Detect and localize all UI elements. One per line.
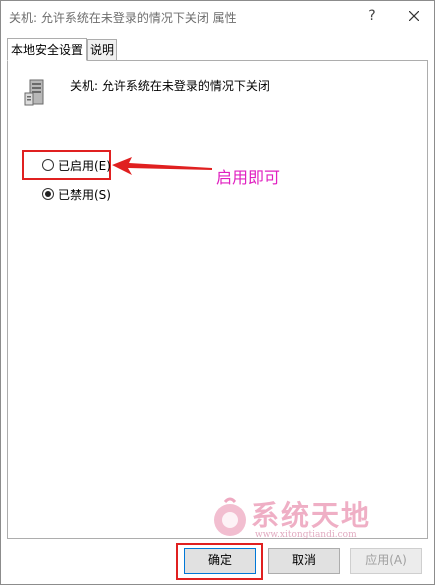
window-title: 关机: 允许系统在未登录的情况下关闭 属性 [9,11,237,25]
annotation-text: 启用即可 [216,168,281,187]
apply-button[interactable]: 应用(A) [350,548,422,574]
close-icon [409,11,419,21]
tab-panel: 关机: 允许系统在未登录的情况下关闭 已启用(E) 已禁用(S) 启用即可 [7,60,428,539]
close-button[interactable] [397,4,431,28]
help-button[interactable]: ? [357,4,387,28]
title-bar[interactable]: 关机: 允许系统在未登录的情况下关闭 属性 ? [1,1,434,31]
ok-button[interactable]: 确定 [184,548,256,574]
properties-dialog: 关机: 允许系统在未登录的情况下关闭 属性 ? 本地安全设置 说明 关机: 允许… [0,0,435,585]
tab-explain[interactable]: 说明 [87,39,117,61]
tab-local-security-setting[interactable]: 本地安全设置 [7,38,87,61]
arrow-left-icon [112,157,212,175]
disabled-radio-label: 已禁用(S) [58,187,111,202]
cancel-button[interactable]: 取消 [268,548,340,574]
enabled-radio-label: 已启用(E) [58,158,111,173]
watermark-url: www.xitongtiandi.com [255,530,357,540]
watermark: 系统天地 www.xitongtiandi.com [211,496,421,544]
watermark-title: 系统天地 [251,499,372,532]
server-icon [24,79,44,106]
watermark-logo-icon [214,497,246,536]
enabled-radio[interactable] [42,159,54,171]
disabled-radio-option[interactable]: 已禁用(S) [42,186,111,202]
disabled-radio[interactable] [42,188,54,200]
policy-title: 关机: 允许系统在未登录的情况下关闭 [70,79,270,93]
enabled-radio-option[interactable]: 已启用(E) [42,157,111,173]
